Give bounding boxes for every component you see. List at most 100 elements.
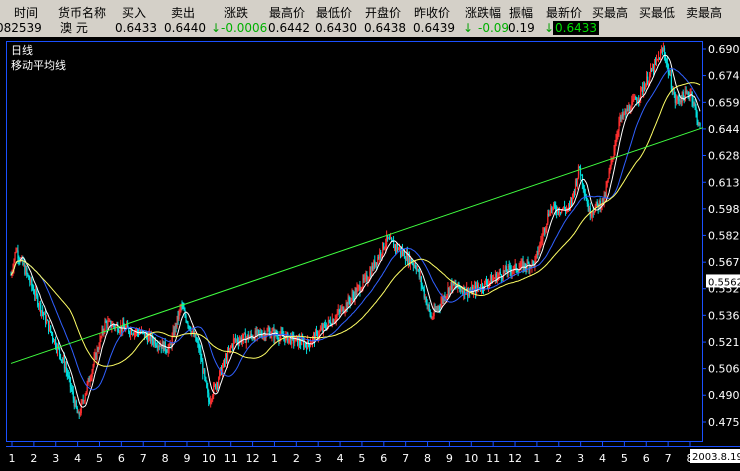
- x-tick-label: 2: [555, 452, 562, 465]
- period-label[interactable]: 日线: [11, 44, 33, 57]
- x-tick-label: 5: [96, 452, 103, 465]
- x-tick-label: 3: [577, 452, 584, 465]
- x-tick-label: 6: [380, 452, 387, 465]
- candle-body: [518, 268, 520, 273]
- y-tick-label: 0.6747: [708, 70, 740, 83]
- date-label: 2003.8.19: [692, 452, 740, 463]
- candle-body: [14, 252, 16, 261]
- x-tick-label: 9: [446, 452, 453, 465]
- x-tick-label: 6: [643, 452, 650, 465]
- kline-chart-area[interactable]: 0.6900 0.6747 0.6593 0.6440 0.6287 0.6133 0.59…: [0, 37, 740, 471]
- header-latest: 最新价: [545, 6, 583, 20]
- candle-body: [50, 325, 52, 332]
- buy-value: 0.6433: [115, 21, 157, 35]
- header-change: 涨跌: [223, 6, 249, 20]
- x-tick-label: 11: [486, 452, 500, 465]
- open-value: 0.6438: [364, 21, 406, 35]
- x-tick-label: 1: [533, 452, 540, 465]
- header-bid-high: 买最高: [591, 6, 629, 20]
- header-bid-low: 买最低: [638, 6, 676, 20]
- y-tick-label: 0.4907: [708, 389, 740, 402]
- x-tick-label: 10: [464, 452, 478, 465]
- y-tick-label: 0.5827: [708, 229, 740, 242]
- x-tick-label: 2: [293, 452, 300, 465]
- header-low: 最低价: [315, 6, 353, 20]
- x-tick-label: 11: [224, 452, 238, 465]
- header-ask-high: 卖最高: [685, 6, 723, 20]
- y-tick-label: 0.6593: [708, 96, 740, 109]
- x-tick-label: 7: [402, 452, 409, 465]
- indicator-label[interactable]: 移动平均线: [11, 59, 66, 72]
- candle-body: [605, 186, 607, 197]
- amplitude-value: 0.19: [508, 21, 535, 35]
- x-tick-label: 5: [621, 452, 628, 465]
- current-price-tag: 0.5562: [708, 277, 740, 288]
- candle-body: [204, 369, 206, 378]
- change-pct-value: -0.09: [478, 21, 510, 35]
- x-tick-label: 4: [337, 452, 344, 465]
- chart-background: [0, 37, 740, 471]
- y-tick-label: 0.5213: [708, 336, 740, 349]
- candle-body: [58, 348, 61, 355]
- y-tick-label: 0.5673: [708, 256, 740, 269]
- header-sell: 卖出: [170, 6, 196, 20]
- candle-body: [59, 354, 62, 360]
- prev-close-value: 0.6439: [413, 21, 455, 35]
- header-amplitude: 振幅: [508, 6, 534, 20]
- x-tick-label: 12: [508, 452, 522, 465]
- candle-body: [596, 201, 598, 204]
- y-tick-label: 0.5367: [708, 309, 740, 322]
- x-tick-label: 8: [162, 452, 169, 465]
- header-currency-name: 货币名称: [57, 6, 107, 20]
- x-tick-label: 1: [271, 452, 278, 465]
- y-tick-label: 0.6440: [708, 123, 740, 136]
- header-change-pct: 涨跌幅: [464, 6, 502, 20]
- latest-value: 0.6433: [553, 21, 599, 35]
- x-tick-label: 2: [30, 452, 37, 465]
- header-buy: 买入: [121, 6, 147, 20]
- candle-body: [699, 123, 701, 126]
- candle-body: [579, 167, 582, 175]
- y-tick-label: 0.6287: [708, 149, 740, 162]
- x-tick-label: 3: [52, 452, 59, 465]
- y-tick-label: 0.5060: [708, 363, 740, 376]
- header-time: 时间: [13, 6, 39, 20]
- candle-body: [107, 321, 109, 328]
- change-pct-down-arrow-icon: ↓: [463, 21, 474, 35]
- change-value: -0.0006: [221, 21, 268, 35]
- sell-value: 0.6440: [164, 21, 206, 35]
- x-tick-label: 9: [183, 452, 190, 465]
- x-tick-label: 8: [424, 452, 431, 465]
- y-tick-label: 0.6900: [708, 43, 740, 56]
- candle-body: [242, 333, 245, 339]
- x-tick-label: 4: [599, 452, 606, 465]
- change-down-arrow-icon: ↓: [211, 21, 222, 35]
- header-open: 开盘价: [364, 6, 402, 20]
- y-axis-ticks: 0.6900 0.6747 0.6593 0.6440 0.6287 0.6133 0.59…: [703, 43, 740, 429]
- quote-bar: 时间 货币名称 买入 卖出 涨跌 最高价 最低价 开盘价 昨收价 涨跌幅 振幅 …: [0, 0, 740, 37]
- candle-body: [218, 378, 220, 385]
- time-value: 082539: [0, 21, 42, 35]
- candle-body: [226, 350, 229, 363]
- x-tick-label: 7: [665, 452, 672, 465]
- x-tick-label: 4: [74, 452, 81, 465]
- y-tick-label: 0.6133: [708, 176, 740, 189]
- currency-name-value[interactable]: 澳 元: [60, 21, 88, 35]
- x-tick-label: 1: [9, 452, 16, 465]
- candle-body: [294, 341, 296, 343]
- x-tick-label: 7: [140, 452, 147, 465]
- candle-body: [614, 145, 616, 151]
- x-tick-label: 6: [118, 452, 125, 465]
- x-tick-label: 10: [202, 452, 216, 465]
- high-value: 0.6442: [268, 21, 310, 35]
- x-tick-label: 12: [246, 452, 260, 465]
- kline-chart[interactable]: 0.6900 0.6747 0.6593 0.6440 0.6287 0.6133 0.59…: [0, 37, 740, 471]
- header-high: 最高价: [268, 6, 306, 20]
- x-tick-label: 3: [315, 452, 322, 465]
- candle-body: [84, 395, 86, 401]
- y-tick-label: 0.4753: [708, 416, 740, 429]
- header-prev-close: 昨收价: [413, 6, 451, 20]
- x-tick-label: 5: [358, 452, 365, 465]
- y-tick-label: 0.5980: [708, 203, 740, 216]
- low-value: 0.6430: [315, 21, 357, 35]
